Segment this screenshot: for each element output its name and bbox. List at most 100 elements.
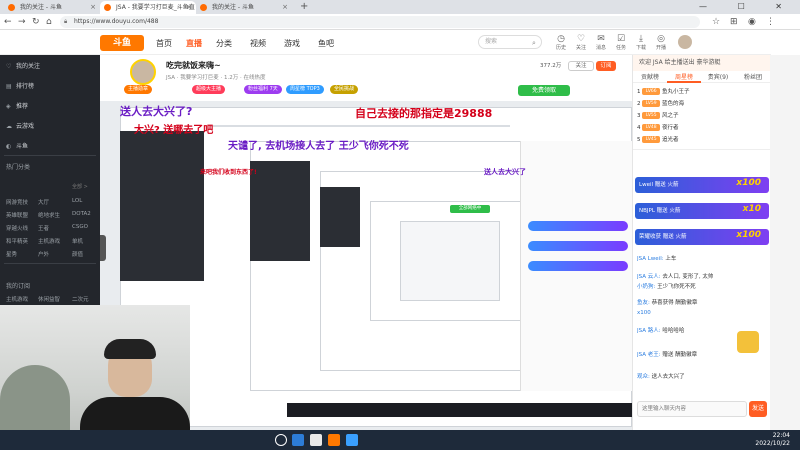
chat-message[interactable]: 鱼友: 恭喜获得 酬勤徽章	[637, 299, 767, 307]
app-icon[interactable]	[346, 434, 358, 446]
user-avatar[interactable]	[678, 35, 692, 49]
browser-tab-1[interactable]: 我的关注 - 斗鱼 ×	[4, 1, 100, 14]
sidebar-cat[interactable]: LOL	[72, 198, 82, 204]
badge-anchor[interactable]: 主播勋章	[124, 85, 153, 94]
recommend-icon: ◈	[6, 103, 11, 110]
close-tab-icon[interactable]: ×	[186, 1, 192, 14]
nested-sidebar-3	[320, 187, 360, 247]
nav-video[interactable]: 视频	[250, 38, 266, 49]
badge-challenge[interactable]: 全民挑战	[330, 85, 359, 94]
sidebar-more-link[interactable]: 全部 >	[72, 183, 88, 190]
reload-icon[interactable]: ↻	[32, 16, 40, 28]
menu-icon[interactable]: ⋮	[766, 16, 775, 28]
follow-icon[interactable]: ♡ 关注	[572, 34, 590, 51]
sidebar-cat[interactable]: 网游竞技	[6, 198, 28, 206]
sidebar-cat[interactable]: 户外	[38, 250, 49, 258]
chat-message[interactable]: JSA Lweil: 上车	[637, 255, 767, 263]
star-icon[interactable]: ☆	[712, 16, 720, 28]
window-controls[interactable]: — ☐ ✕	[699, 0, 796, 14]
sidebar-section-hot: 热门分类	[6, 164, 31, 171]
badge-fans[interactable]: 粉丝福利 7天	[244, 85, 282, 94]
message-icon[interactable]: ✉ 消息	[592, 34, 610, 51]
browser-tab-2[interactable]: JSA - 我要学习打巨麦_斗鱼直 ×	[100, 1, 196, 14]
close-tab-icon[interactable]: ×	[90, 1, 96, 14]
tab-vip[interactable]: 贵宾(9)	[701, 72, 735, 83]
sidebar-cat[interactable]: 二次元	[72, 295, 89, 303]
heart-icon: ♡	[6, 63, 12, 70]
subscribe-button[interactable]: 订阅	[596, 61, 616, 71]
profile-icon[interactable]: ◉	[748, 16, 756, 28]
sidebar-cat[interactable]: DOTA2	[72, 211, 91, 217]
rank-row[interactable]: 4 LV48 夜行者	[637, 123, 767, 134]
sidebar-cat[interactable]: 休闲益智	[38, 295, 60, 303]
sidebar-cat[interactable]: 主机游戏	[6, 295, 28, 303]
sidebar-cat[interactable]: 穿越火线	[6, 224, 28, 232]
page-scrollbar[interactable]	[770, 55, 800, 430]
send-button[interactable]: 发送	[749, 401, 767, 417]
sidebar-cat[interactable]: 星秀	[6, 250, 17, 258]
sidebar-item-cloudgame[interactable]: ☁ 云游戏	[6, 121, 34, 130]
sidebar-item-douyu[interactable]: ◐ 斗鱼	[6, 141, 28, 150]
follow-button[interactable]: 关注	[568, 61, 594, 71]
home-icon[interactable]: ⌂	[46, 16, 52, 28]
badge-weekstar[interactable]: 周星榜 TOP3	[286, 85, 324, 94]
sidebar-cat[interactable]: 主机游戏	[38, 237, 60, 245]
rank-row[interactable]: 5 LV45 追光者	[637, 135, 767, 146]
sidebar-cat[interactable]: 王者	[38, 224, 49, 232]
back-icon[interactable]: ←	[4, 16, 12, 28]
sidebar-cat[interactable]: 英雄联盟	[6, 211, 28, 219]
free-gift-button[interactable]: 免费领取	[518, 85, 570, 96]
nav-home[interactable]: 首页	[156, 38, 172, 49]
rank-row[interactable]: 3 LV55 风之子	[637, 111, 767, 122]
extensions-icon[interactable]: ⊞	[730, 16, 738, 28]
sidebar-cat[interactable]: 绝地求生	[38, 211, 60, 219]
download-icon[interactable]: ⤓ 下载	[632, 34, 650, 51]
sidebar-cat[interactable]: 颜值	[72, 250, 83, 258]
url-input[interactable]: 🔒︎ https://www.douyu.com/488	[60, 16, 700, 28]
chat-message[interactable]: 小奶狗: 王少飞你死不死	[637, 283, 767, 291]
nested-taskbar	[287, 403, 632, 417]
forward-icon[interactable]: →	[18, 16, 26, 28]
close-tab-icon[interactable]: ×	[282, 1, 288, 14]
sidebar-item-follow[interactable]: ♡ 我的关注	[6, 61, 40, 70]
sidebar-cat[interactable]: CSGO	[72, 224, 88, 230]
nav-game[interactable]: 游戏	[284, 38, 300, 49]
nav-yuba[interactable]: 鱼吧	[318, 38, 334, 49]
nav-live[interactable]: 直播	[186, 38, 202, 49]
sidebar-cat[interactable]: 和平精英	[6, 237, 28, 245]
rank-row[interactable]: 1 LV66 鱼丸小王子	[637, 87, 767, 98]
sidebar-cat[interactable]: 大厅	[38, 198, 49, 206]
rank-row[interactable]: 2 LV59 蓝色的海	[637, 99, 767, 110]
browser-tab-3[interactable]: 我的关注 - 斗鱼 ×	[196, 1, 292, 14]
tab-contribution[interactable]: 贡献榜	[633, 72, 667, 83]
chat-message[interactable]: x100	[637, 309, 767, 317]
webcam-hair	[104, 339, 156, 359]
douyu-logo[interactable]: 斗鱼	[100, 35, 144, 51]
app-icon[interactable]	[310, 434, 322, 446]
live-icon[interactable]: ◎ 开播	[652, 34, 670, 51]
history-icon[interactable]: ◷ 历史	[552, 34, 570, 51]
chat-message[interactable]: 观众: 送人去大兴了	[637, 373, 767, 381]
chat-input[interactable]: 这里输入聊天内容	[637, 401, 747, 417]
fish-icon: ◐	[6, 143, 12, 150]
app-icon[interactable]	[328, 434, 340, 446]
start-icon[interactable]	[275, 434, 287, 446]
new-tab-button[interactable]: +	[300, 0, 308, 14]
sidebar-item-recommend[interactable]: ◈ 推荐	[6, 101, 28, 110]
task-icon[interactable]: ☑ 任务	[612, 34, 630, 51]
treasure-chest-icon[interactable]	[737, 331, 759, 353]
streamer-avatar[interactable]	[130, 59, 156, 85]
overlay-text: 天谴了, 去机场接人去了 王少飞你死不死	[228, 141, 409, 152]
nav-category[interactable]: 分类	[216, 38, 232, 49]
collapse-sidebar-handle[interactable]	[100, 235, 106, 261]
search-icon[interactable]: ⌕	[532, 39, 536, 48]
badge-super[interactable]: 超级大主播	[192, 85, 226, 94]
tab-weekstar[interactable]: 周星榜	[667, 72, 701, 83]
browser-tab-strip: 我的关注 - 斗鱼 × JSA - 我要学习打巨麦_斗鱼直 × 我的关注 - 斗…	[0, 0, 800, 14]
sidebar-cat[interactable]: 单机	[72, 237, 83, 245]
tab-fans[interactable]: 粉丝团	[735, 72, 771, 83]
taskbar-clock[interactable]: 22:04 2022/10/22	[755, 432, 790, 448]
chat-message[interactable]: JSA 云人: 去人口, 变形了, 太帅	[637, 273, 767, 281]
sidebar-item-rank[interactable]: ▤ 排行榜	[6, 81, 34, 90]
app-icon[interactable]	[292, 434, 304, 446]
